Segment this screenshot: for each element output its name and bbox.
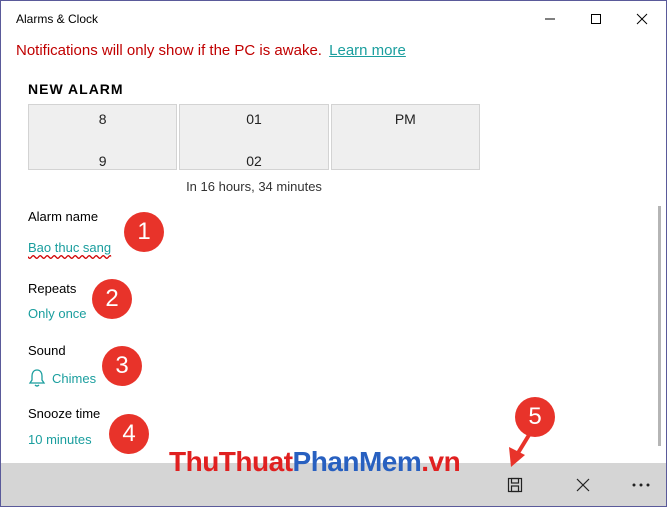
time-remaining: In 16 hours, 34 minutes bbox=[186, 179, 322, 194]
delete-button[interactable] bbox=[561, 463, 605, 506]
learn-more-link[interactable]: Learn more bbox=[329, 42, 406, 59]
step-badge-2: 2 bbox=[92, 279, 132, 319]
sound-dropdown[interactable]: Chimes bbox=[28, 368, 96, 388]
save-icon bbox=[507, 477, 523, 492]
title-bar: Alarms & Clock bbox=[1, 1, 666, 37]
window-title: Alarms & Clock bbox=[16, 12, 99, 26]
close-icon bbox=[576, 478, 590, 491]
repeats-dropdown[interactable]: Only once bbox=[28, 306, 87, 321]
notification-notice: Notifications will only show if the PC i… bbox=[16, 42, 406, 59]
close-button[interactable] bbox=[619, 1, 665, 37]
bell-icon bbox=[28, 369, 46, 387]
step-badge-3: 3 bbox=[102, 346, 142, 386]
more-icon bbox=[632, 483, 650, 486]
minute-column[interactable]: 01 02 bbox=[179, 104, 329, 170]
period-column[interactable]: PM bbox=[330, 104, 480, 170]
more-button[interactable] bbox=[619, 463, 663, 506]
watermark-part-3: .vn bbox=[421, 446, 461, 477]
minute-option[interactable]: 02 bbox=[180, 153, 327, 169]
save-button[interactable] bbox=[493, 463, 537, 506]
watermark: ThuThuatPhanMem.vn bbox=[169, 446, 461, 478]
hour-option[interactable]: 9 bbox=[29, 153, 176, 169]
step-badge-5: 5 bbox=[515, 397, 555, 437]
alarm-name-label: Alarm name bbox=[28, 209, 99, 224]
minute-option[interactable]: 01 bbox=[180, 111, 327, 127]
notice-text: Notifications will only show if the PC i… bbox=[16, 42, 322, 59]
maximize-button[interactable] bbox=[573, 1, 619, 37]
period-option[interactable]: PM bbox=[332, 111, 479, 127]
snooze-dropdown[interactable]: 10 minutes bbox=[28, 432, 92, 447]
snooze-label: Snooze time bbox=[28, 406, 101, 421]
time-picker: 8 9 01 02 PM bbox=[28, 104, 480, 170]
step-badge-4: 4 bbox=[109, 414, 149, 454]
alarm-name-value: Bao thuc sang bbox=[28, 240, 112, 255]
sound-value: Chimes bbox=[52, 370, 97, 386]
close-icon bbox=[636, 13, 648, 25]
scrollbar[interactable] bbox=[658, 206, 661, 446]
hour-option[interactable]: 8 bbox=[29, 111, 176, 127]
page-title: NEW ALARM bbox=[28, 81, 124, 97]
minimize-button[interactable] bbox=[527, 1, 573, 37]
watermark-part-2: PhanMem bbox=[292, 446, 422, 477]
minimize-icon bbox=[545, 18, 555, 20]
sound-label: Sound bbox=[28, 343, 66, 358]
maximize-icon bbox=[591, 14, 601, 24]
repeats-label: Repeats bbox=[28, 281, 77, 296]
alarm-name-field[interactable]: Bao thuc sang bbox=[28, 240, 111, 255]
watermark-part-1: ThuThuat bbox=[169, 446, 293, 477]
step-badge-1: 1 bbox=[124, 212, 164, 252]
hour-column[interactable]: 8 9 bbox=[28, 104, 178, 170]
